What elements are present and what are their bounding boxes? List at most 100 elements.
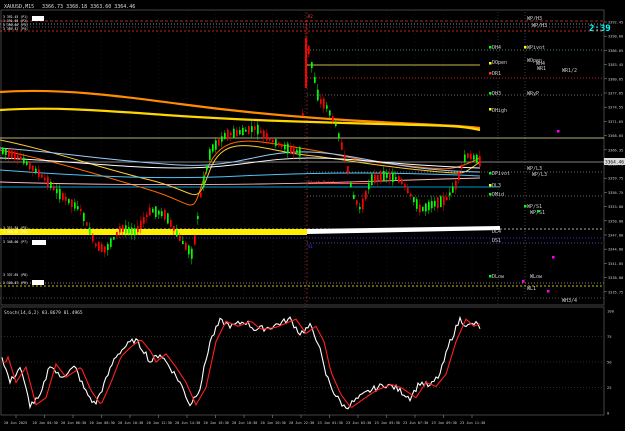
level-label: WRyP <box>527 91 539 97</box>
level-label: WR1/2 <box>562 68 577 74</box>
candle-bear <box>29 162 31 170</box>
time-tick-label: 20 Jun 14:30 <box>175 421 200 425</box>
price-tick-label: 3347.80 <box>608 234 623 238</box>
candle-bull <box>125 225 127 234</box>
candle-bear <box>218 138 220 146</box>
candle-bear <box>140 220 142 229</box>
candle-bull <box>239 130 241 135</box>
candle-bear <box>98 241 100 252</box>
level-label: DLow <box>492 274 505 280</box>
level-marker <box>547 290 550 293</box>
candle-bull <box>128 227 130 234</box>
candle-bear <box>263 130 265 139</box>
candle-bull <box>464 154 466 162</box>
candle-bear <box>137 226 139 233</box>
candle-bear <box>410 193 412 197</box>
candle-bear <box>71 199 73 207</box>
candle-bull <box>212 144 214 152</box>
candle-bear <box>356 200 358 205</box>
candle-bear <box>95 243 97 247</box>
time-tick-label: 20 Jun 12:30 <box>147 421 172 425</box>
candle-bull <box>56 188 58 194</box>
level-label: DMid <box>492 192 504 198</box>
candle-bull <box>107 244 109 251</box>
time-tick-label: 20 Jun 06:30 <box>61 421 86 425</box>
candle-bear <box>146 214 148 218</box>
candle-bull <box>311 62 313 68</box>
candle-bear <box>272 139 274 143</box>
candle-bear <box>332 116 334 122</box>
candle-bear <box>104 246 106 253</box>
candle-bull <box>329 110 331 116</box>
stochastic-level-label: 25 <box>607 385 612 390</box>
stochastic-level-label: 100 <box>607 309 615 314</box>
candle-bear <box>404 184 406 188</box>
candle-bear <box>173 225 175 231</box>
level-label: WP/H3 <box>527 16 542 22</box>
candle-bull <box>158 210 160 215</box>
candle-bull <box>392 172 394 183</box>
price-tick-label: 3350.80 <box>608 219 623 223</box>
candle-bear <box>437 197 439 209</box>
candle-bear <box>200 192 202 198</box>
candle-bear <box>32 165 34 171</box>
candle-bull <box>182 240 184 245</box>
candle-bull <box>428 201 430 211</box>
price-tick-label: 3356.75 <box>608 191 623 195</box>
candle-bear <box>407 187 409 194</box>
time-tick-label: 20 Jun 04:30 <box>33 421 58 425</box>
price-tick-label: 3377.65 <box>608 92 623 96</box>
price-tick-label: 3386.65 <box>608 49 623 53</box>
time-tick-label: 23 Jun 07:30 <box>403 421 428 425</box>
trading-chart[interactable]: XAUUSD,M15 3366.73 3368.18 3363.60 3364.… <box>0 0 625 431</box>
candle-bull <box>326 105 328 109</box>
candle-bull <box>413 197 415 202</box>
level-marker <box>489 193 492 196</box>
candle-bull <box>335 123 337 127</box>
time-tick-label: 20 Jun 22:30 <box>289 421 314 425</box>
candle-bull <box>425 203 427 212</box>
time-tick-label: 20 Jun 20:30 <box>261 421 286 425</box>
level-label: R2 <box>308 14 313 19</box>
candle-bear <box>65 196 67 201</box>
level-tag-box <box>32 16 44 21</box>
candle-bull <box>77 206 79 210</box>
level-label: WR1 <box>537 66 546 72</box>
candle-bear <box>260 130 262 134</box>
candle-bear <box>290 146 292 154</box>
candle-bear <box>362 198 364 210</box>
stochastic-level-label: 75 <box>607 334 612 339</box>
level-tag-box <box>32 280 44 285</box>
candle-bull <box>350 182 352 188</box>
candle-bear <box>419 204 421 213</box>
candle-bear <box>236 129 238 136</box>
time-tick-label: 20 Jun 10:30 <box>118 421 143 425</box>
price-tick-label: 3392.45 <box>608 21 623 25</box>
bar-timer: 2:39 <box>589 24 611 34</box>
candle-bull <box>245 129 247 132</box>
candle-bear <box>461 165 463 169</box>
candle-bull <box>23 157 25 164</box>
candle-bear <box>320 99 322 104</box>
candle-bull <box>431 201 433 209</box>
candle-bull <box>275 139 277 146</box>
level-label: Pivot Point <box>308 180 335 185</box>
candle-bull <box>5 149 7 155</box>
candle-bear <box>470 153 472 160</box>
price-tick-label: 3359.75 <box>608 177 623 181</box>
level-label: 3 336.87 (P9) <box>3 281 28 285</box>
candle-bull <box>110 238 112 247</box>
candle-bear <box>101 244 103 252</box>
level-marker <box>489 92 492 95</box>
candle-bear <box>122 225 124 232</box>
level-tag-box <box>32 240 46 245</box>
candle-bear <box>323 98 325 109</box>
candle-bear <box>248 126 250 134</box>
time-tick-label: 23 Jun 01:30 <box>318 421 343 425</box>
candle-bear <box>305 38 307 88</box>
candle-bull <box>449 192 451 196</box>
stochastic-title: Stoch(14,6,2) 83.8679 81.4965 <box>4 310 83 316</box>
price-tick-label: 3390.60 <box>608 35 623 39</box>
time-tick-label: 23 Jun 11:30 <box>460 421 485 425</box>
candle-bull <box>287 143 289 154</box>
